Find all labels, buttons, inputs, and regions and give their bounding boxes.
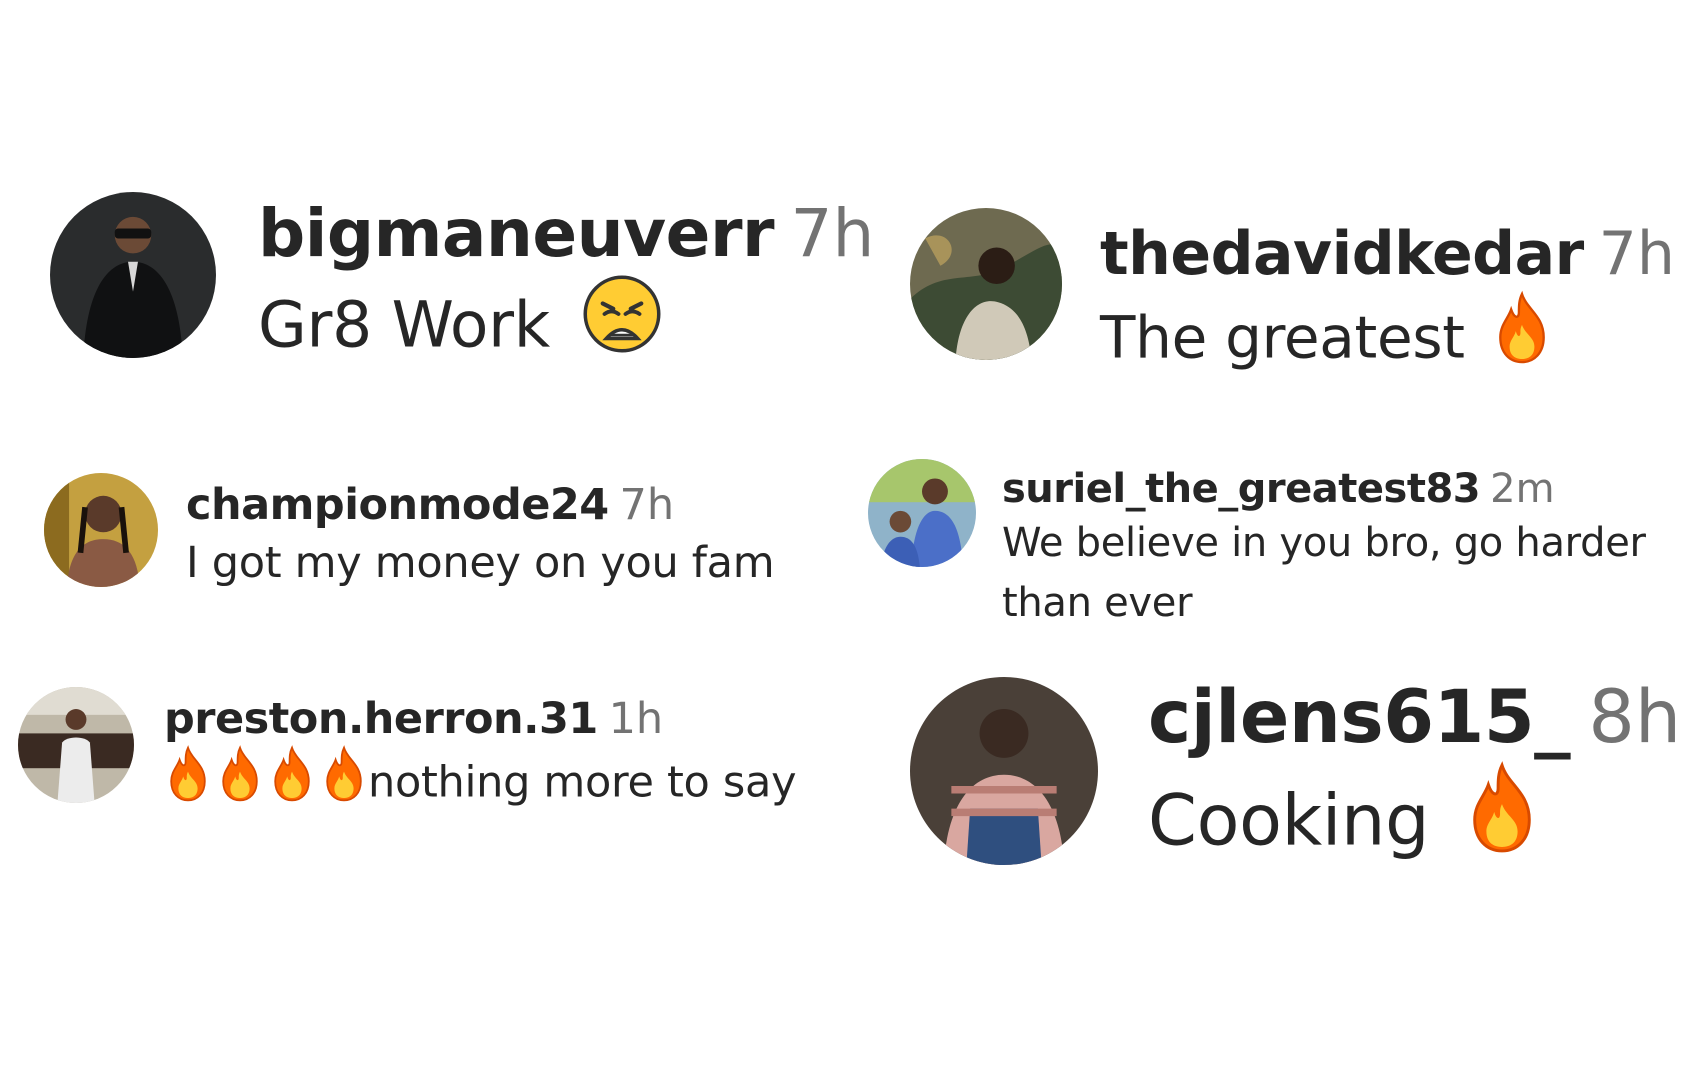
comment-item: cjlens615_ 8h Cooking xyxy=(880,665,1700,895)
avatar[interactable] xyxy=(910,677,1098,865)
comment-item: thedavidkedar 7h The greatest xyxy=(880,160,1700,380)
comment-text-line: We believe in you bro, go harder xyxy=(1002,520,1646,566)
comment-text: nothing more to say xyxy=(368,757,797,808)
comment-text-line: than ever xyxy=(1002,580,1193,626)
comment-item: championmode24 7h I got my money on you f… xyxy=(0,455,860,605)
fire-emoji xyxy=(1463,761,1541,855)
avatar[interactable] xyxy=(50,192,216,358)
username[interactable]: preston.herron.31 xyxy=(164,694,598,744)
fire-emoji xyxy=(1491,290,1553,366)
comment-text: Gr8 Work xyxy=(258,288,550,362)
timestamp: 2m xyxy=(1490,466,1555,512)
username[interactable]: thedavidkedar xyxy=(1100,219,1584,289)
comment-item: suriel_the_greatest83 2m We believe in yo… xyxy=(860,445,1700,645)
timestamp: 1h xyxy=(608,694,664,744)
fire-emoji xyxy=(320,745,368,803)
timestamp: 7h xyxy=(619,480,675,530)
comment-item: bigmaneuverr 7h Gr8 Work xyxy=(0,160,874,380)
avatar[interactable] xyxy=(868,459,976,567)
comment-text-block: championmode24 7h I got my money on you f… xyxy=(186,479,775,595)
avatar[interactable] xyxy=(18,687,134,803)
fire-emoji xyxy=(268,745,316,803)
comment-text: The greatest xyxy=(1100,303,1465,372)
comment-text: Cooking xyxy=(1148,779,1430,862)
avatar[interactable] xyxy=(44,473,158,587)
weary-face-emoji xyxy=(580,272,664,356)
comment-text-block: preston.herron.31 1h nothing more to say xyxy=(164,693,797,815)
username[interactable]: bigmaneuverr xyxy=(258,195,775,272)
fire-emoji xyxy=(164,745,212,803)
comment-text-block: cjlens615_ 8h Cooking xyxy=(1148,675,1681,869)
timestamp: 7h xyxy=(790,195,875,272)
comment-text: I got my money on you fam xyxy=(186,538,775,588)
username[interactable]: suriel_the_greatest83 xyxy=(1002,466,1481,512)
username[interactable]: cjlens615_ xyxy=(1148,675,1571,760)
comment-text-block: suriel_the_greatest83 2m We believe in yo… xyxy=(1002,465,1646,633)
timestamp: 8h xyxy=(1588,675,1682,760)
comment-text-block: thedavidkedar 7h The greatest xyxy=(1100,218,1675,378)
comment-item: preston.herron.31 1h nothing more to say xyxy=(0,675,860,825)
username[interactable]: championmode24 xyxy=(186,480,609,530)
avatar[interactable] xyxy=(910,208,1062,360)
fire-emoji xyxy=(216,745,264,803)
comment-text-block: bigmaneuverr 7h Gr8 Work xyxy=(258,196,874,366)
timestamp: 7h xyxy=(1598,219,1675,289)
